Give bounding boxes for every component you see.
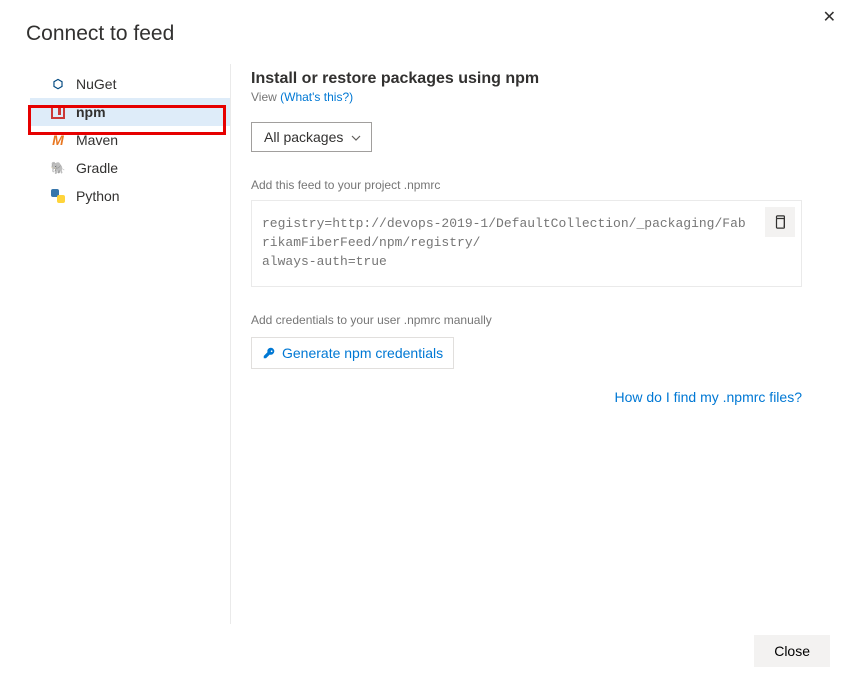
npm-icon xyxy=(50,105,66,119)
close-icon[interactable]: ✕ xyxy=(819,8,840,28)
python-icon xyxy=(50,189,66,203)
dropdown-label: All packages xyxy=(264,129,343,145)
feed-instruction-label: Add this feed to your project .npmrc xyxy=(251,178,802,192)
sidebar-item-gradle[interactable]: 🐘 Gradle xyxy=(30,154,230,182)
view-line: View (What's this?) xyxy=(251,90,802,104)
sidebar-item-python[interactable]: Python xyxy=(30,182,230,210)
generate-label: Generate npm credentials xyxy=(282,345,443,361)
gradle-icon: 🐘 xyxy=(50,161,66,175)
copy-button[interactable] xyxy=(765,207,795,237)
find-npmrc-link[interactable]: How do I find my .npmrc files? xyxy=(251,389,802,405)
sidebar-item-nuget[interactable]: ⬡ NuGet xyxy=(30,70,230,98)
close-button[interactable]: Close xyxy=(754,635,830,667)
sidebar-item-label: Maven xyxy=(76,132,118,148)
view-label: View xyxy=(251,90,277,104)
chevron-down-icon xyxy=(351,130,361,140)
nuget-icon: ⬡ xyxy=(50,77,66,91)
sidebar-item-npm[interactable]: npm xyxy=(30,98,230,126)
sidebar-item-label: Python xyxy=(76,188,120,204)
whats-this-link[interactable]: (What's this?) xyxy=(280,90,353,104)
maven-icon: M xyxy=(50,132,66,148)
feed-type-sidebar: ⬡ NuGet npm M Maven 🐘 Gradle Python xyxy=(30,64,230,624)
generate-credentials-button[interactable]: Generate npm credentials xyxy=(251,337,454,369)
main-heading: Install or restore packages using npm xyxy=(251,70,802,88)
sidebar-item-label: npm xyxy=(76,104,106,120)
npmrc-code-snippet: registry=http://devops-2019-1/DefaultCol… xyxy=(251,200,802,287)
dialog-title: Connect to feed xyxy=(26,22,174,46)
sidebar-item-label: NuGet xyxy=(76,76,116,92)
sidebar-item-maven[interactable]: M Maven xyxy=(30,126,230,154)
key-icon xyxy=(262,346,276,360)
packages-dropdown[interactable]: All packages xyxy=(251,122,372,152)
creds-instruction-label: Add credentials to your user .npmrc manu… xyxy=(251,313,802,327)
sidebar-item-label: Gradle xyxy=(76,160,118,176)
code-text: registry=http://devops-2019-1/DefaultCol… xyxy=(262,216,746,269)
main-content: Install or restore packages using npm Vi… xyxy=(230,64,850,624)
copy-icon xyxy=(773,215,787,229)
